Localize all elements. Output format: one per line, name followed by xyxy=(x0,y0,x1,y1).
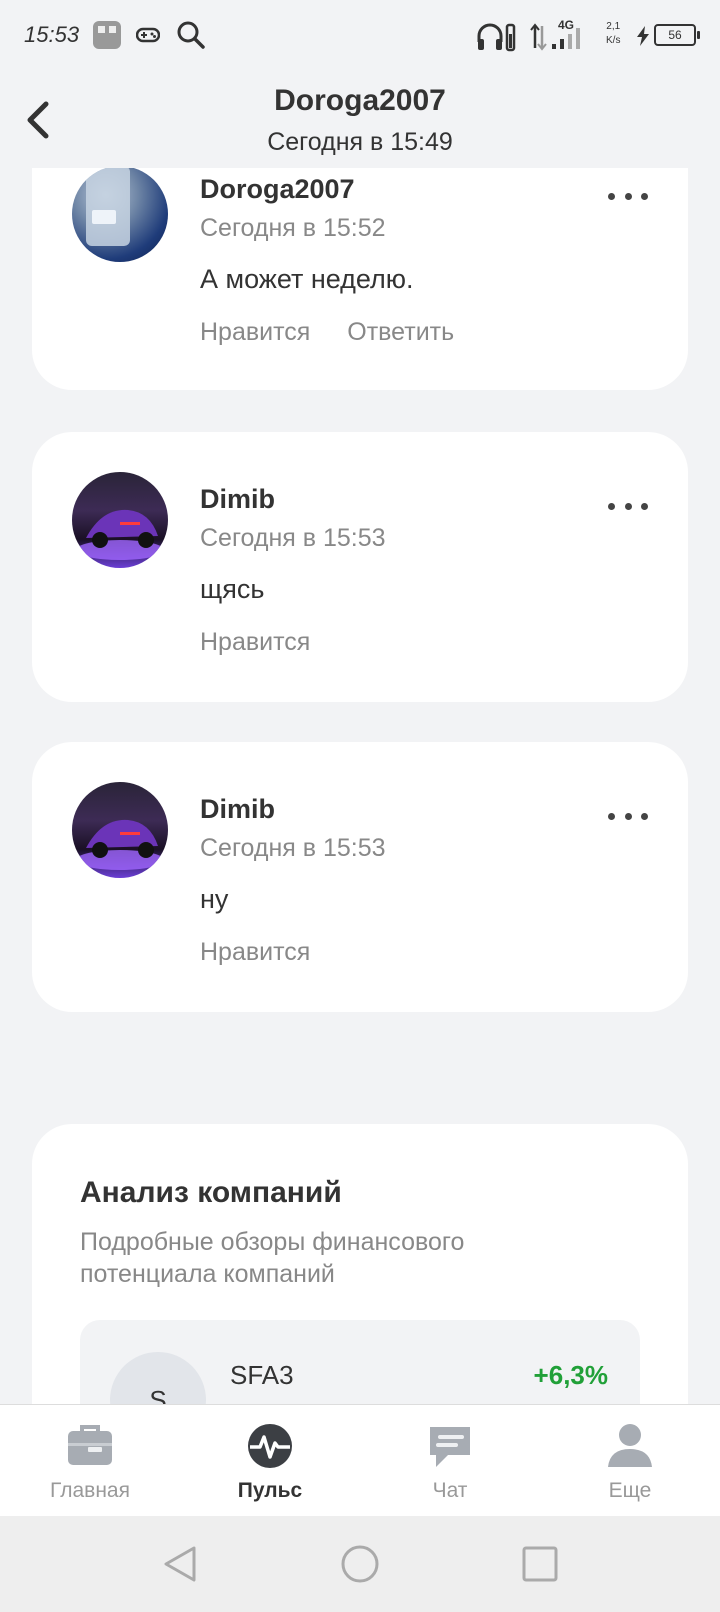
pulse-icon xyxy=(248,1424,292,1468)
charging-bolt-icon xyxy=(637,26,649,46)
nav-home-icon[interactable] xyxy=(336,1540,384,1588)
tab-label: Пульс xyxy=(237,1479,303,1502)
comment-card: Dimib Сегодня в 15:53 щясь Нравится xyxy=(32,432,688,702)
avatar[interactable] xyxy=(72,166,168,262)
comment-time: Сегодня в 15:53 xyxy=(200,524,386,552)
analysis-description: Подробные обзоры финансового потенциала … xyxy=(80,1228,465,1288)
comment-author[interactable]: Dimib xyxy=(200,484,275,515)
avatar[interactable] xyxy=(72,472,168,568)
status-time: 15:53 xyxy=(24,22,80,47)
more-options-button[interactable] xyxy=(608,806,648,826)
like-button[interactable]: Нравится xyxy=(200,628,310,656)
comment-actions: Нравится xyxy=(200,628,340,657)
comment-card: Dimib Сегодня в 15:53 ну Нравится xyxy=(32,742,688,1012)
tab-chat[interactable]: Чат xyxy=(360,1405,540,1517)
avatar[interactable] xyxy=(72,782,168,878)
comment-text: щясь xyxy=(200,574,265,604)
header-title: Doroga2007 xyxy=(274,84,446,117)
gallery-notification-icon xyxy=(93,21,121,49)
tab-label: Еще xyxy=(608,1479,652,1502)
header-subtitle: Сегодня в 15:49 xyxy=(267,128,453,156)
analysis-title: Анализ компаний xyxy=(80,1176,342,1209)
like-button[interactable]: Нравится xyxy=(200,318,310,346)
comment-actions: Нравится Ответить xyxy=(200,318,484,347)
search-icon xyxy=(177,21,205,49)
company-ticker: SFA3 xyxy=(230,1360,294,1390)
comment-actions: Нравится xyxy=(200,938,340,967)
tab-more[interactable]: Еще xyxy=(540,1405,720,1517)
company-change: +6,3% xyxy=(533,1360,608,1390)
headphones-icon xyxy=(477,23,516,52)
gamepad-icon xyxy=(136,27,160,43)
network-speed: 2,1 K/s xyxy=(606,21,621,46)
comment-author[interactable]: Dimib xyxy=(200,794,275,825)
status-bar: 15:53 4G 2,1 K/s 56 xyxy=(0,0,720,72)
nav-back-icon[interactable] xyxy=(156,1540,204,1588)
more-options-button[interactable] xyxy=(608,186,648,206)
nav-recents-icon[interactable] xyxy=(516,1540,564,1588)
tab-pulse[interactable]: Пульс xyxy=(180,1405,360,1517)
briefcase-icon xyxy=(68,1425,112,1465)
more-options-button[interactable] xyxy=(608,496,648,516)
comment-time: Сегодня в 15:53 xyxy=(200,834,386,862)
profile-icon xyxy=(608,1424,652,1467)
bottom-tab-bar: Главная Пульс Чат Еще xyxy=(0,1404,720,1516)
tab-label: Главная xyxy=(50,1479,130,1502)
battery-indicator: 56 xyxy=(654,24,700,46)
comment-author[interactable]: Doroga2007 xyxy=(200,174,355,205)
network-type: 4G xyxy=(558,18,575,32)
tab-home[interactable]: Главная xyxy=(0,1405,180,1517)
system-nav-bar xyxy=(0,1516,720,1612)
reply-button[interactable]: Ответить xyxy=(347,318,454,346)
company-analysis-card: Анализ компаний Подробные обзоры финансо… xyxy=(32,1124,688,1440)
comment-text: ну xyxy=(200,884,229,914)
like-button[interactable]: Нравится xyxy=(200,938,310,966)
comment-time: Сегодня в 15:52 xyxy=(200,214,386,242)
comment-text: А может неделю. xyxy=(200,264,414,294)
page-header-overlay: Doroga2007 Сегодня в 15:49 xyxy=(0,72,720,168)
chat-icon xyxy=(430,1427,470,1467)
tab-label: Чат xyxy=(432,1479,468,1502)
